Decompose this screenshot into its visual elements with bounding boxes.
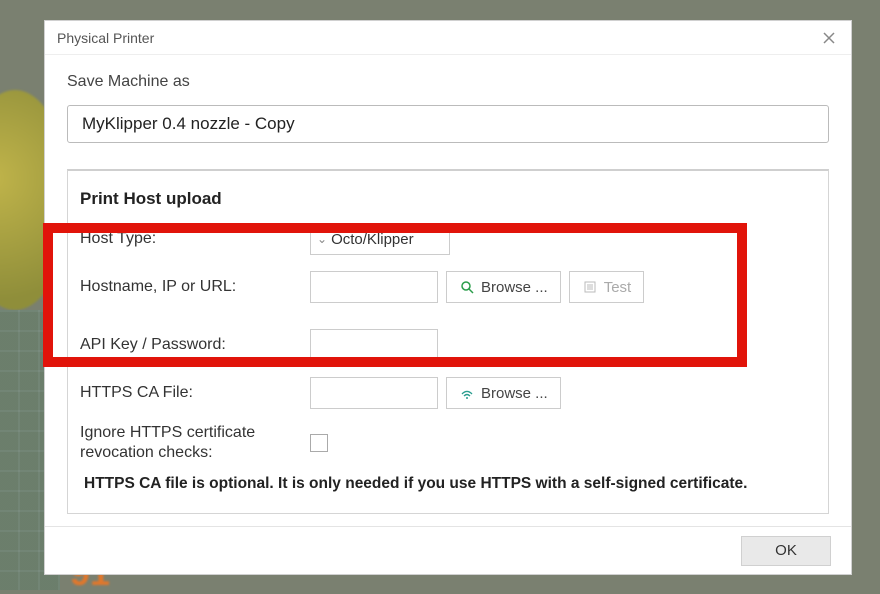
hostname-label: Hostname, IP or URL: (80, 278, 310, 296)
browse-ca-button[interactable]: Browse ... (446, 377, 561, 409)
dialog-title: Physical Printer (57, 30, 154, 46)
titlebar: Physical Printer (45, 21, 851, 55)
ignore-cert-checkbox[interactable] (310, 434, 328, 452)
ca-file-row: HTTPS CA File: Browse ... (80, 375, 808, 411)
chevron-down-icon: ⌄ (317, 232, 327, 246)
api-key-label: API Key / Password: (80, 336, 310, 354)
host-type-combo[interactable]: ⌄ Octo/Klipper (310, 223, 450, 255)
physical-printer-dialog: Physical Printer Save Machine as Print H… (44, 20, 852, 575)
ignore-cert-row: Ignore HTTPS certificate revocation chec… (80, 423, 808, 463)
hostname-input[interactable] (310, 271, 438, 303)
list-icon (582, 279, 598, 295)
ca-file-label: HTTPS CA File: (80, 384, 310, 402)
print-host-panel: Print Host upload Host Type: ⌄ Octo/Klip… (67, 169, 829, 514)
dialog-content: Save Machine as Print Host upload Host T… (45, 55, 851, 526)
ok-button[interactable]: OK (741, 536, 831, 566)
machine-name-input[interactable] (67, 105, 829, 143)
browse-label: Browse ... (481, 279, 548, 296)
ca-optional-note: HTTPS CA file is optional. It is only ne… (80, 475, 808, 493)
save-machine-label: Save Machine as (67, 73, 829, 91)
browse-ca-label: Browse ... (481, 385, 548, 402)
search-icon (459, 279, 475, 295)
host-type-value: Octo/Klipper (331, 231, 414, 248)
ca-file-input[interactable] (310, 377, 438, 409)
test-button[interactable]: Test (569, 271, 645, 303)
close-button[interactable] (819, 28, 839, 48)
host-type-label: Host Type: (80, 230, 310, 248)
ignore-cert-label: Ignore HTTPS certificate revocation chec… (80, 423, 310, 463)
dialog-footer: OK (45, 526, 851, 574)
close-icon (823, 32, 835, 44)
hostname-row: Hostname, IP or URL: Browse ... Test (80, 269, 808, 305)
panel-title: Print Host upload (80, 189, 808, 209)
browse-hostname-button[interactable]: Browse ... (446, 271, 561, 303)
api-row: API Key / Password: (80, 327, 808, 363)
wifi-icon (459, 385, 475, 401)
host-type-row: Host Type: ⌄ Octo/Klipper (80, 221, 808, 257)
test-label: Test (604, 279, 632, 296)
api-key-input[interactable] (310, 329, 438, 361)
